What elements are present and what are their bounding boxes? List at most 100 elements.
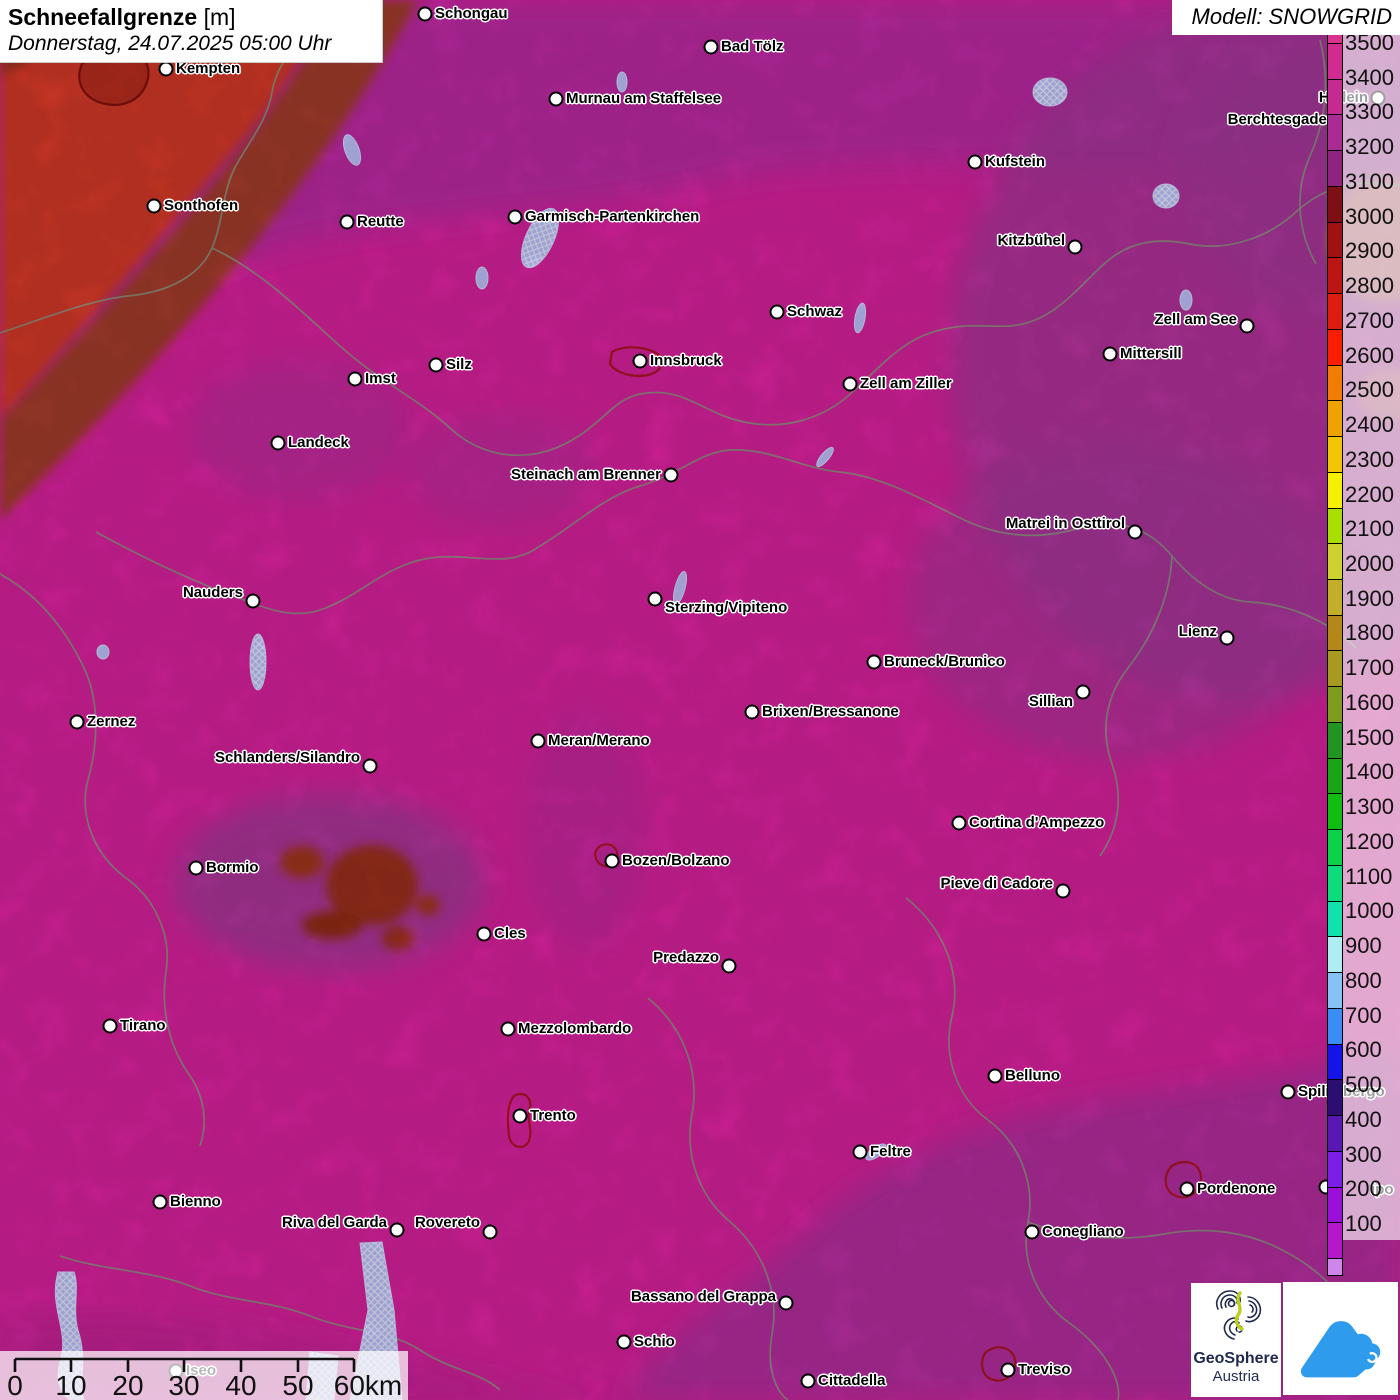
colorbar-segment: [1328, 614, 1342, 651]
city-label: Bad Tölz: [721, 38, 784, 55]
scale-bar-graphic: 0 10 20 30 40 50 60km: [7, 1357, 402, 1400]
colorbar-segment: [1328, 972, 1342, 1008]
city-label: Cles: [494, 925, 526, 942]
city-label: Brixen/Bressanone: [762, 703, 899, 720]
city-label: Imst: [365, 370, 396, 387]
colorbar-segment: [1328, 1115, 1342, 1151]
colorbar-tick-label: 800: [1345, 967, 1382, 993]
city-dot: [604, 853, 620, 869]
city-label: Landeck: [288, 434, 349, 451]
city-label: Kufstein: [985, 153, 1045, 170]
city-dot: [1102, 346, 1118, 362]
scale-bar-label: 0: [7, 1370, 23, 1400]
city-label: Nauders: [182, 584, 243, 601]
mountain-cloud-icon: [1300, 1320, 1380, 1377]
city-label: Bozen/Bolzano: [622, 852, 730, 869]
colorbar-segment: [1328, 364, 1342, 401]
colorbar-segment: [1328, 257, 1342, 294]
city-dot: [389, 1222, 405, 1238]
colorbar-tick-label: 100: [1345, 1210, 1382, 1236]
map-datetime: Donnerstag, 24.07.2025 05:00 Uhr: [8, 32, 332, 55]
city-dot: [69, 714, 85, 730]
city-dot: [647, 591, 663, 607]
colorbar-tick-label: 3100: [1345, 168, 1394, 194]
colorbar-segment: [1328, 1186, 1342, 1223]
city-dot: [158, 61, 174, 77]
colorbar-tick-label: 2700: [1345, 307, 1394, 333]
colorbar-tick-label: 3000: [1345, 203, 1394, 229]
colorbar-tick-label: 3300: [1345, 99, 1394, 125]
city-label: Cortina d'Ampezzo: [969, 814, 1105, 831]
city-label: Bruneck/Brunico: [884, 653, 1005, 670]
colorbar-segment: [1328, 721, 1342, 758]
city-dot: [967, 154, 983, 170]
city-dot: [632, 353, 648, 369]
colorbar-segment: [1328, 650, 1342, 687]
city-label: Mezzolombardo: [518, 1020, 632, 1037]
city-dot: [102, 1018, 118, 1034]
snowfall-limit-map: Schongau Bad Tölz Kempten Murnau am Staffel…: [0, 0, 1400, 1400]
colorbar-tick-label: 1600: [1345, 689, 1394, 715]
city-label: Zell am Ziller: [860, 375, 952, 392]
colorbar-segment: [1328, 293, 1342, 329]
colorbar-segment: [1328, 1150, 1342, 1187]
colorbar-segment: [1328, 400, 1342, 437]
colorbar-segment: [1328, 114, 1342, 151]
city-dot: [347, 371, 363, 387]
city-label: Sterzing/Vipiteno: [665, 599, 788, 616]
colorbar-tick-label: 3200: [1345, 134, 1394, 160]
colorbar-tick-label: 1000: [1345, 898, 1394, 924]
city-label: Sillian: [1028, 693, 1073, 710]
colorbar-tick-label: 600: [1345, 1037, 1382, 1063]
scale-bar-label: 40: [225, 1370, 256, 1400]
city-dot: [530, 733, 546, 749]
city-label: Murnau am Staffelsee: [566, 90, 722, 107]
city-dot: [1239, 318, 1255, 334]
colorbar-tick-label: 200: [1345, 1176, 1382, 1202]
city-dot: [417, 6, 433, 22]
city-label: Predazzo: [653, 949, 719, 966]
colorbar-tick-label: 1200: [1345, 828, 1394, 854]
colorbar-tick-label: 1300: [1345, 794, 1394, 820]
city-marker-layer: Schongau Bad Tölz Kempten Murnau am Staffel…: [0, 0, 1400, 1400]
city-label: Treviso: [1018, 1361, 1071, 1378]
city-label: Conegliano: [1042, 1223, 1124, 1240]
colorbar-tick-label: 1700: [1345, 655, 1394, 681]
colorbar-segment: [1328, 579, 1342, 615]
colorbar-tick-label: 2500: [1345, 377, 1394, 403]
city-dot: [152, 1194, 168, 1210]
city-label: Feltre: [870, 1143, 911, 1160]
city-dot: [663, 467, 679, 483]
colorbar-segment: [1328, 328, 1342, 365]
city-dot: [1179, 1181, 1195, 1197]
city-dot: [146, 198, 162, 214]
city-label: Zernez: [87, 713, 136, 730]
city-dot: [548, 91, 564, 107]
city-dot: [1219, 630, 1235, 646]
city-label: Kitzbühel: [997, 232, 1066, 249]
city-dot: [744, 704, 760, 720]
city-label: Garmisch-Partenkirchen: [525, 208, 700, 225]
colorbar-tick-label: 1400: [1345, 759, 1394, 785]
city-dot: [1127, 524, 1143, 540]
geosphere-country: Austria: [1212, 1368, 1260, 1385]
city-dot: [1280, 1084, 1296, 1100]
city-label: Trento: [530, 1107, 576, 1124]
colorbar-segment: [1328, 757, 1342, 794]
city-dot: [1055, 883, 1071, 899]
colorbar-tick-label: 2300: [1345, 446, 1394, 472]
colorbar-tick-label: 2000: [1345, 551, 1394, 577]
city-label: Silz: [446, 356, 472, 373]
colorbar-tick-label: 3400: [1345, 64, 1394, 90]
city-label: Sonthofen: [164, 197, 239, 214]
city-label: Matrei in Osttirol: [1005, 515, 1125, 532]
city-label: Steinach am Brenner: [510, 466, 661, 483]
app-logo-box: [1283, 1282, 1398, 1395]
city-label: Innsbruck: [650, 352, 722, 369]
city-label: Tirano: [120, 1017, 166, 1034]
city-dot: [507, 209, 523, 225]
city-label: Schwaz: [787, 303, 843, 320]
colorbar-segment: [1328, 864, 1342, 901]
colorbar-segment: [1328, 185, 1342, 222]
scale-bar-label: 30: [168, 1370, 199, 1400]
